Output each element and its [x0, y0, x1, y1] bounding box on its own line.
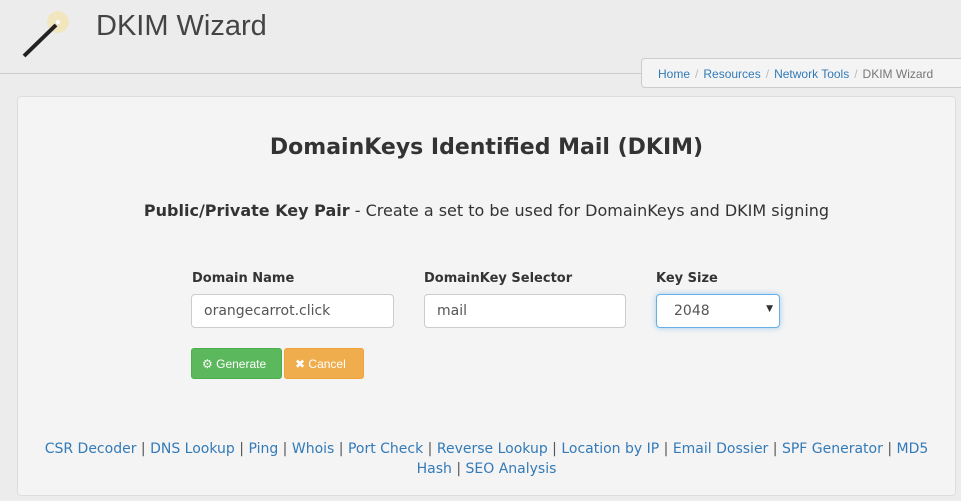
- footer-link[interactable]: CSR Decoder: [45, 441, 137, 457]
- domain-label: Domain Name: [192, 271, 295, 286]
- subtitle-text: - Create a set to be used for DomainKeys…: [349, 201, 830, 220]
- cancel-label: Cancel: [308, 357, 346, 371]
- subtitle: Public/Private Key Pair - Create a set t…: [18, 201, 955, 220]
- cancel-button[interactable]: ✖ Cancel: [284, 348, 364, 379]
- breadcrumb-current: DKIM Wizard: [862, 67, 934, 81]
- chevron-down-icon: ▼: [766, 304, 773, 314]
- separator: |: [136, 441, 151, 457]
- magic-wand-icon: [22, 11, 69, 58]
- selector-label: DomainKey Selector: [424, 271, 573, 286]
- footer-link[interactable]: SEO Analysis: [466, 461, 557, 477]
- separator: |: [768, 441, 782, 457]
- keysize-label: Key Size: [656, 271, 718, 286]
- separator: |: [234, 441, 249, 457]
- selector-input[interactable]: mail: [424, 294, 626, 328]
- close-icon: ✖: [295, 357, 306, 371]
- keysize-select[interactable]: 2048 ▼: [656, 294, 780, 328]
- footer-link[interactable]: Whois: [292, 441, 334, 457]
- footer-link[interactable]: Port Check: [348, 441, 423, 457]
- subtitle-bold: Public/Private Key Pair: [143, 201, 350, 220]
- main-panel: DomainKeys Identified Mail (DKIM) Public…: [17, 96, 956, 496]
- divider: [0, 73, 645, 74]
- separator: |: [547, 441, 562, 457]
- separator: |: [423, 441, 437, 457]
- footer-link[interactable]: Reverse Lookup: [437, 441, 548, 457]
- separator: |: [334, 441, 348, 457]
- page-title: DKIM Wizard: [96, 10, 267, 42]
- generate-button[interactable]: ⚙ Generate: [191, 348, 282, 379]
- separator: |: [451, 461, 466, 477]
- footer-link[interactable]: Location by IP: [561, 441, 659, 457]
- generate-label: Generate: [216, 357, 267, 371]
- footer-link[interactable]: Email Dossier: [673, 441, 768, 457]
- breadcrumb: Home / Resources / Network Tools / DKIM Wizard: [641, 58, 961, 88]
- separator: |: [659, 441, 673, 457]
- heading: DomainKeys Identified Mail (DKIM): [269, 135, 704, 160]
- footer-link[interactable]: Ping: [248, 441, 278, 457]
- breadcrumb-resources[interactable]: Resources: [703, 67, 760, 81]
- separator: |: [278, 441, 292, 457]
- breadcrumb-network-tools[interactable]: Network Tools: [774, 67, 849, 81]
- breadcrumb-home[interactable]: Home: [658, 67, 690, 81]
- keysize-value: 2048: [674, 303, 710, 319]
- footer-links: CSR Decoder | DNS Lookup | Ping | Whois …: [18, 439, 955, 479]
- gear-icon: ⚙: [202, 357, 213, 371]
- footer-link[interactable]: SPF Generator: [782, 441, 883, 457]
- separator: |: [882, 441, 897, 457]
- domain-input[interactable]: orangecarrot.click: [191, 294, 394, 328]
- footer-link[interactable]: DNS Lookup: [150, 441, 235, 457]
